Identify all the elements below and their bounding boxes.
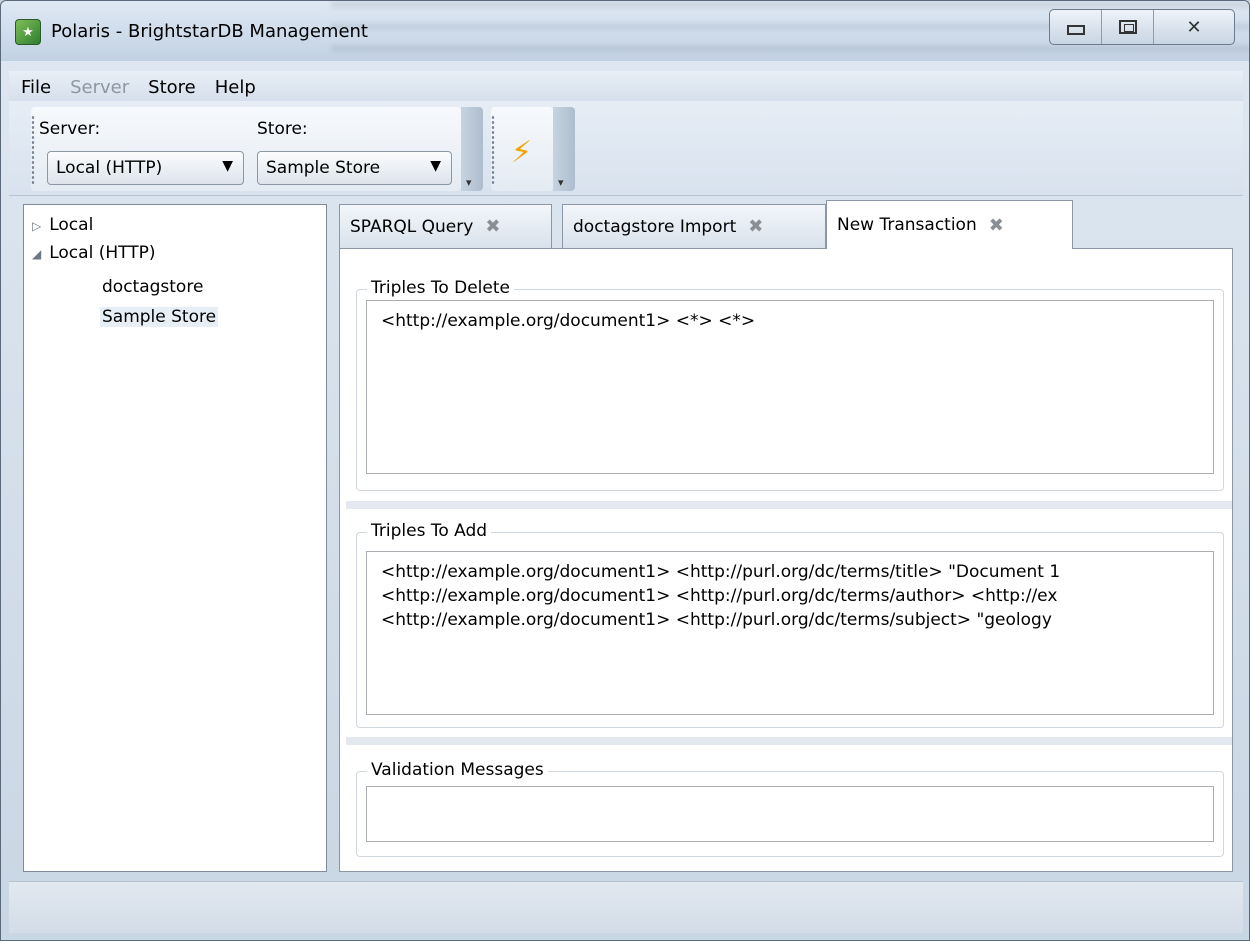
chevron-down-icon: ▼ (222, 158, 233, 174)
close-tab-icon[interactable]: ✖ (748, 216, 763, 237)
triples-to-delete-group: Triples To Delete <http://example.org/do… (356, 278, 1224, 491)
status-bar (9, 881, 1243, 933)
validation-messages-title: Validation Messages (367, 760, 548, 780)
tab-label: doctagstore Import (573, 216, 737, 237)
triples-to-add-title: Triples To Add (367, 521, 492, 541)
tab-new-transaction[interactable]: New Transaction ✖ (826, 200, 1073, 249)
server-store-toolbar: Server: Store: Local (HTTP) ▼ Sample Sto… (31, 107, 483, 191)
horizontal-splitter[interactable] (346, 501, 1232, 509)
tree-item-label: Local (49, 215, 94, 235)
collapse-arrow-icon[interactable]: ◢ (32, 247, 41, 261)
toolbar-overflow-button[interactable] (553, 107, 575, 191)
main-window: ★ Polaris - BrightstarDB Management ✕ Fi… (0, 0, 1250, 941)
triples-to-delete-textbox[interactable]: <http://example.org/document1> <*> <*> (366, 300, 1214, 474)
toolbar-area: Server: Store: Local (HTTP) ▼ Sample Sto… (9, 101, 1243, 196)
close-button[interactable]: ✕ (1154, 10, 1234, 44)
maximize-button[interactable] (1102, 10, 1154, 44)
maximize-icon (1118, 20, 1137, 34)
tree-item-local[interactable]: ▷ Local (32, 215, 93, 235)
title-bar[interactable]: ★ Polaris - BrightstarDB Management ✕ (1, 1, 1249, 61)
server-combobox[interactable]: Local (HTTP) ▼ (47, 151, 244, 185)
tree-item-label: doctagstore (102, 277, 204, 297)
lightning-icon[interactable]: ⚡ (511, 135, 532, 170)
validation-messages-group: Validation Messages (356, 760, 1224, 857)
validation-messages-textbox[interactable] (366, 786, 1214, 842)
server-combobox-value: Local (HTTP) (56, 158, 163, 178)
server-label: Server: (39, 119, 101, 139)
horizontal-splitter[interactable] (346, 737, 1232, 745)
new-transaction-panel: Triples To Delete <http://example.org/do… (339, 248, 1233, 872)
toolbar-grip[interactable] (31, 115, 35, 185)
triple-line: <http://example.org/document1> <http://p… (381, 586, 1058, 606)
close-tab-icon[interactable]: ✖ (485, 216, 500, 237)
triples-to-add-textbox[interactable]: <http://example.org/document1> <http://p… (366, 551, 1214, 715)
tree-item-local-http[interactable]: ◢ Local (HTTP) (32, 243, 155, 263)
chevron-down-icon: ▼ (430, 158, 441, 174)
tree-item-label: Sample Store (102, 307, 217, 327)
store-combobox[interactable]: Sample Store ▼ (257, 151, 452, 185)
close-tab-icon[interactable]: ✖ (989, 215, 1004, 236)
triples-to-add-group: Triples To Add <http://example.org/docum… (356, 521, 1224, 728)
triple-line: <http://example.org/document1> <http://p… (381, 610, 1052, 630)
tree-item-label: Local (HTTP) (49, 243, 156, 263)
triples-to-delete-title: Triples To Delete (367, 278, 514, 298)
tab-sparql-query[interactable]: SPARQL Query ✖ (339, 204, 552, 248)
minimize-button[interactable] (1050, 10, 1102, 44)
tab-label: New Transaction (837, 215, 977, 235)
tree-item-doctagstore[interactable]: doctagstore (102, 277, 203, 297)
tree-item-sample-store[interactable]: Sample Store (100, 307, 219, 327)
store-label: Store: (257, 119, 308, 139)
store-combobox-value: Sample Store (266, 158, 381, 178)
document-tabs: SPARQL Query ✖ doctagstore Import ✖ New … (339, 200, 1233, 872)
toolbar-grip[interactable] (491, 115, 495, 185)
caption-buttons: ✕ (1049, 9, 1235, 45)
tab-doctagstore-import[interactable]: doctagstore Import ✖ (562, 204, 826, 248)
triple-line: <http://example.org/document1> <http://p… (381, 562, 1061, 582)
action-toolbar: ⚡ (491, 107, 575, 191)
store-tree: ▷ Local ◢ Local (HTTP) doctagstore Sample … (23, 204, 327, 872)
tab-label: SPARQL Query (350, 216, 474, 237)
minimize-icon (1066, 25, 1085, 35)
toolbar-overflow-button[interactable] (461, 107, 483, 191)
close-icon: ✕ (1186, 16, 1202, 38)
polaris-app-icon: ★ (15, 19, 41, 45)
expand-arrow-icon[interactable]: ▷ (32, 219, 41, 233)
window-title: Polaris - BrightstarDB Management (51, 21, 368, 42)
